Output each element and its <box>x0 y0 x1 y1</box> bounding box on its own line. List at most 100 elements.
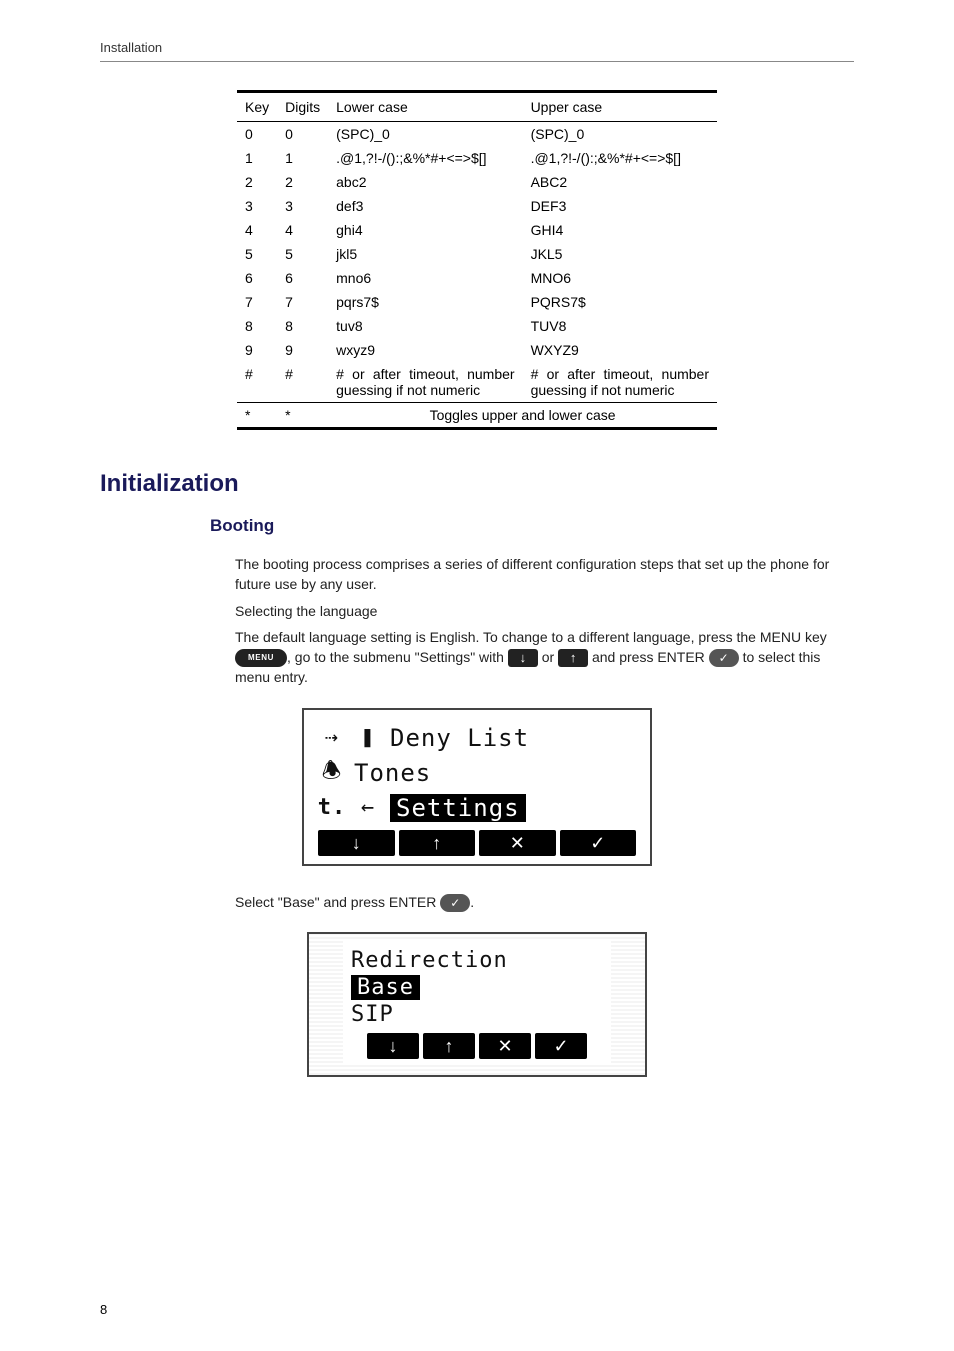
softkey-bar: ↓ ↑ ✕ ✓ <box>318 830 636 856</box>
cell: GHI4 <box>523 218 717 242</box>
cell: # <box>277 362 328 403</box>
cell: # <box>237 362 277 403</box>
cell: Toggles upper and lower case <box>328 403 717 429</box>
text: . <box>470 894 474 910</box>
lcd-row: ⇢ ❚ Deny List <box>318 724 636 752</box>
arrow-icon: ⇢ <box>318 725 346 750</box>
body: The booting process comprises a series o… <box>235 554 854 688</box>
table-row: 3 3 def3 DEF3 <box>237 194 717 218</box>
paragraph: The default language setting is English.… <box>235 627 854 688</box>
table-row: 5 5 jkl5 JKL5 <box>237 242 717 266</box>
softkey-down-icon: ↓ <box>318 830 395 856</box>
softkey-cancel-icon: ✕ <box>479 830 556 856</box>
cell: PQRS7$ <box>523 290 717 314</box>
table-row: # # # or after timeout, number guessing … <box>237 362 717 403</box>
cell: jkl5 <box>328 242 522 266</box>
text: or <box>542 649 558 665</box>
running-head: Installation <box>100 40 854 62</box>
col-lower: Lower case <box>328 92 522 122</box>
quote-icon: ❚ <box>354 725 382 750</box>
cell: 3 <box>277 194 328 218</box>
menu-key-icon: MENU <box>235 649 287 667</box>
text: , go to the submenu "Settings" with <box>287 649 508 665</box>
paragraph: The booting process comprises a series o… <box>235 554 854 595</box>
cell: ABC2 <box>523 170 717 194</box>
text: The default language setting is English.… <box>235 629 827 645</box>
cell: wxyz9 <box>328 338 522 362</box>
cell: 5 <box>277 242 328 266</box>
table-row: 4 4 ghi4 GHI4 <box>237 218 717 242</box>
lcd-row: t. ← Settings <box>318 794 636 822</box>
lcd-row: 🕭 Tones <box>318 754 636 792</box>
cell: tuv8 <box>328 314 522 338</box>
lcd-text-selected: Base <box>351 975 420 1000</box>
cell: .@1,?!-/():;&%*#+<=>$[] <box>328 146 522 170</box>
paragraph: Selecting the language <box>235 601 854 621</box>
lcd-screenshot-settings: ⇢ ❚ Deny List 🕭 Tones t. ← Settings ↓ ↑ … <box>302 708 652 866</box>
cell: WXYZ9 <box>523 338 717 362</box>
softkey-cancel-icon: ✕ <box>479 1033 531 1059</box>
cell: * <box>277 403 328 429</box>
lcd-row: Base <box>351 975 603 1000</box>
key-mapping-table: Key Digits Lower case Upper case 0 0 (SP… <box>237 90 717 430</box>
cell: JKL5 <box>523 242 717 266</box>
cell: pqrs7$ <box>328 290 522 314</box>
table-row: 1 1 .@1,?!-/():;&%*#+<=>$[] .@1,?!-/():;… <box>237 146 717 170</box>
cell: 4 <box>237 218 277 242</box>
cell: # or after timeout, number guessing if n… <box>523 362 717 403</box>
cell: 5 <box>237 242 277 266</box>
softkey-ok-icon: ✓ <box>535 1033 587 1059</box>
cell: (SPC)_0 <box>523 122 717 147</box>
cell: 3 <box>237 194 277 218</box>
left-arrow-icon: ← <box>354 795 382 820</box>
cell: mno6 <box>328 266 522 290</box>
cell: 1 <box>277 146 328 170</box>
softkey-up-icon: ↑ <box>423 1033 475 1059</box>
cell: 4 <box>277 218 328 242</box>
table-row: 2 2 abc2 ABC2 <box>237 170 717 194</box>
paragraph: Select "Base" and press ENTER ✓. <box>235 892 854 912</box>
cell: (SPC)_0 <box>328 122 522 147</box>
cell: * <box>237 403 277 429</box>
softkey-bar: ↓ ↑ ✕ ✓ <box>367 1033 587 1059</box>
cell: def3 <box>328 194 522 218</box>
table-row: 6 6 mno6 MNO6 <box>237 266 717 290</box>
cell: # or after timeout, number guessing if n… <box>328 362 522 403</box>
table-row: 7 7 pqrs7$ PQRS7$ <box>237 290 717 314</box>
page-number: 8 <box>100 1302 107 1317</box>
cell: TUV8 <box>523 314 717 338</box>
tone-icon: 🕭 <box>318 754 346 792</box>
lcd-text-selected: Settings <box>390 794 526 822</box>
lcd-text: Redirection <box>351 948 508 973</box>
cell: 9 <box>277 338 328 362</box>
cell: MNO6 <box>523 266 717 290</box>
cell: 2 <box>237 170 277 194</box>
lcd-text: SIP <box>351 1002 394 1027</box>
table-row: 9 9 wxyz9 WXYZ9 <box>237 338 717 362</box>
cell: ghi4 <box>328 218 522 242</box>
cell: abc2 <box>328 170 522 194</box>
cell: 7 <box>277 290 328 314</box>
cell: 8 <box>237 314 277 338</box>
subsection-title: Booting <box>210 516 854 536</box>
col-upper: Upper case <box>523 92 717 122</box>
text: Select "Base" and press ENTER <box>235 894 440 910</box>
body: Select "Base" and press ENTER ✓. <box>235 892 854 912</box>
col-digits: Digits <box>277 92 328 122</box>
col-key: Key <box>237 92 277 122</box>
lcd-row: SIP <box>351 1002 603 1027</box>
softkey-ok-icon: ✓ <box>560 830 637 856</box>
cell: 0 <box>237 122 277 147</box>
cell: .@1,?!-/():;&%*#+<=>$[] <box>523 146 717 170</box>
lcd-row: Redirection <box>351 948 603 973</box>
enter-key-icon: ✓ <box>709 649 739 667</box>
text: and press ENTER <box>592 649 709 665</box>
lcd-screenshot-base: Redirection Base SIP ↓ ↑ ✕ ✓ <box>307 932 647 1077</box>
table-row: * * Toggles upper and lower case <box>237 403 717 429</box>
cell: DEF3 <box>523 194 717 218</box>
section-title: Initialization <box>100 470 854 498</box>
table-row: 8 8 tuv8 TUV8 <box>237 314 717 338</box>
down-arrow-icon: ↓ <box>508 649 538 667</box>
cell: 9 <box>237 338 277 362</box>
cell: 2 <box>277 170 328 194</box>
